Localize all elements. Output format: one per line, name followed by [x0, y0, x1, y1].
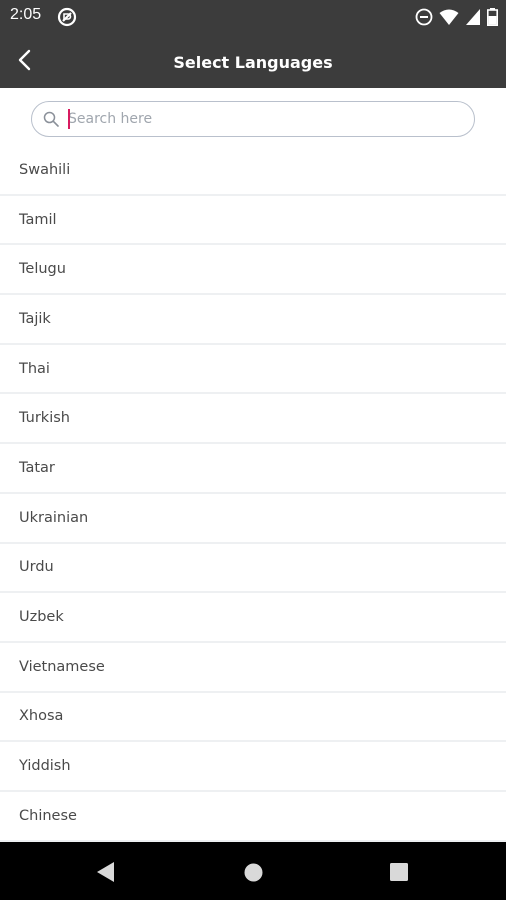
language-item[interactable]: Turkish: [0, 394, 506, 445]
language-item[interactable]: Yiddish: [0, 742, 506, 792]
language-item[interactable]: Tatar: [0, 444, 506, 494]
search-input[interactable]: [68, 106, 464, 132]
language-label: Urdu: [19, 559, 54, 576]
language-label: Swahili: [19, 161, 71, 178]
language-label: Turkish: [19, 410, 70, 427]
system-nav-bar: [0, 842, 506, 900]
language-label: Thai: [19, 360, 50, 377]
language-label: Tajik: [19, 310, 51, 327]
language-label: Vietnamese: [19, 658, 105, 675]
language-label: Xhosa: [19, 708, 64, 725]
language-label: Ukrainian: [19, 509, 89, 526]
language-item[interactable]: Swahili: [0, 146, 506, 196]
language-label: Chinese: [19, 807, 77, 824]
language-label: Telugu: [19, 261, 66, 278]
language-item[interactable]: Chinese: [0, 791, 506, 842]
do-not-disturb-icon: [415, 8, 433, 26]
status-bar: 2:05: [0, 0, 506, 34]
language-item[interactable]: Thai: [0, 344, 506, 395]
language-item[interactable]: Vietnamese: [0, 642, 506, 693]
language-label: Tamil: [19, 211, 57, 228]
language-item[interactable]: Tajik: [0, 295, 506, 345]
app-bar: Select Languages: [0, 34, 506, 88]
recents-square-icon[interactable]: [390, 863, 408, 885]
language-label: Uzbek: [19, 609, 64, 626]
cellular-signal-icon: [465, 8, 481, 26]
language-item[interactable]: Xhosa: [0, 692, 506, 743]
search-box[interactable]: [31, 101, 475, 137]
language-item[interactable]: Tamil: [0, 195, 506, 246]
language-item[interactable]: Ukrainian: [0, 493, 506, 544]
language-item[interactable]: Urdu: [0, 543, 506, 594]
language-label: Tatar: [19, 459, 55, 476]
notification-app-icon: [57, 7, 77, 27]
back-triangle-icon[interactable]: [96, 861, 116, 887]
language-list: Swahili Tamil Telugu Tajik Thai Turkish Tatar U…: [0, 146, 506, 842]
search-icon: [43, 111, 59, 127]
wifi-icon: [439, 8, 459, 26]
page-title: Select Languages: [173, 53, 333, 72]
language-label: Yiddish: [19, 758, 71, 775]
status-icons: [415, 7, 498, 27]
battery-icon: [487, 8, 498, 26]
language-item[interactable]: Telugu: [0, 245, 506, 296]
language-item[interactable]: Uzbek: [0, 593, 506, 643]
home-circle-icon[interactable]: [244, 863, 263, 886]
text-cursor: [68, 109, 70, 129]
status-time: 2:05: [10, 6, 42, 23]
